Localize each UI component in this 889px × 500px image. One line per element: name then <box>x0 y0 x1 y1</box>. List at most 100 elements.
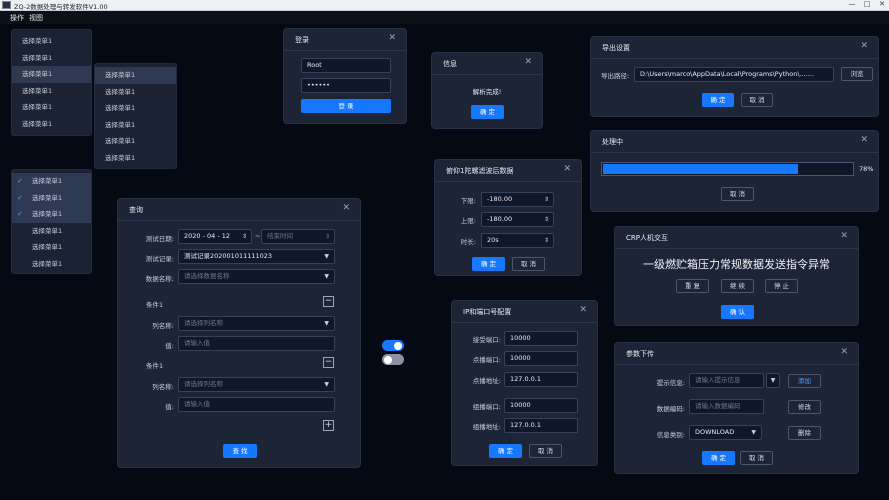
search-button[interactable]: 查 找 <box>223 444 257 458</box>
db-select[interactable]: 请选择数据名称 ▼ <box>178 269 335 284</box>
menu1-item[interactable]: 选择菜单1 <box>12 83 91 100</box>
menu3-item[interactable]: 选择菜单1 <box>12 223 91 240</box>
lower-value: -180.00 <box>487 195 513 203</box>
record-select[interactable]: 测试记录202001011111023 ▼ <box>178 249 335 264</box>
group-addr-input[interactable]: 127.0.0.1 <box>504 418 578 433</box>
close-icon[interactable]: ✕ <box>563 164 571 174</box>
cancel-button[interactable]: 取 消 <box>529 444 562 458</box>
menu1-item-selected[interactable]: 选择菜单1 <box>12 66 91 83</box>
spin-icon[interactable]: ⇕ <box>544 193 549 206</box>
add-icon[interactable]: + <box>323 420 334 431</box>
close-icon[interactable]: ✕ <box>840 231 848 241</box>
password-input[interactable]: •••••• <box>301 78 391 93</box>
minimize-icon[interactable]: — <box>845 0 859 9</box>
add-button[interactable]: 添加 <box>788 374 821 388</box>
continue-button[interactable]: 继 续 <box>721 279 754 293</box>
spin-icon[interactable]: ⇕ <box>544 234 549 247</box>
close-icon[interactable]: ✕ <box>875 0 889 9</box>
menu1-item[interactable]: 选择菜单1 <box>12 116 91 133</box>
spin-icon[interactable]: ⇕ <box>242 230 247 243</box>
menu3-item-checked[interactable]: ✓ 选择菜单1 <box>12 206 91 223</box>
crp-dialog: CRP人机交互 ✕ 一级燃贮箱压力常规数据发送指令异常 重 复 继 续 停 止 … <box>614 226 859 326</box>
username-input[interactable]: Root <box>301 58 391 73</box>
cancel-button[interactable]: 取 消 <box>512 257 545 271</box>
dropdown-menu-2: 选择菜单1 选择菜单1 选择菜单1 选择菜单1 选择菜单1 选择菜单1 <box>94 63 177 169</box>
menu3-item-checked[interactable]: ✓ 选择菜单1 <box>12 189 91 206</box>
column-select[interactable]: 请选择列名称 ▼ <box>178 377 335 392</box>
value-input[interactable]: 请输入值 <box>178 336 335 351</box>
ok-button[interactable]: 确 定 <box>702 93 734 107</box>
close-icon[interactable]: ✕ <box>388 33 396 43</box>
menu2-item[interactable]: 选择菜单1 <box>95 133 176 150</box>
close-icon[interactable]: ✕ <box>342 203 350 213</box>
condition-title: 条件1 <box>146 362 164 370</box>
close-icon[interactable]: ✕ <box>860 41 868 51</box>
menu3-item[interactable]: 选择菜单1 <box>12 256 91 273</box>
toggle-switch-on[interactable] <box>382 340 404 351</box>
dialog-title: 登录 <box>295 36 309 44</box>
check-icon: ✓ <box>17 210 23 218</box>
menu-operate[interactable]: 操作 <box>10 13 24 23</box>
ok-button[interactable]: 确 定 <box>489 444 522 458</box>
cancel-button[interactable]: 取 消 <box>741 93 773 107</box>
dialog-header: 导出设置 ✕ <box>591 37 878 59</box>
confirm-button[interactable]: 确 认 <box>721 305 754 319</box>
column-select[interactable]: 请选择列名称 ▼ <box>178 316 335 331</box>
ok-button[interactable]: 确 定 <box>471 105 504 119</box>
browse-button[interactable]: 浏览 <box>841 67 873 81</box>
lower-spinbox[interactable]: -180.00 ⇕ <box>481 192 554 207</box>
start-date-input[interactable]: 2020 - 04 - 12 ⇕ <box>178 229 252 244</box>
menu2-item[interactable]: 选择菜单1 <box>95 100 176 117</box>
menu1-item[interactable]: 选择菜单1 <box>12 50 91 67</box>
close-icon[interactable]: ✕ <box>524 57 532 67</box>
ok-button[interactable]: 确 定 <box>472 257 505 271</box>
menu-view[interactable]: 视图 <box>29 13 43 23</box>
column-placeholder: 请选择列名称 <box>184 380 223 388</box>
bcast-port-input[interactable]: 10000 <box>504 351 578 366</box>
menu3-item[interactable]: 选择菜单1 <box>12 239 91 256</box>
progress-fill <box>603 164 798 174</box>
spin-icon[interactable]: ⇕ <box>544 213 549 226</box>
filter-dialog: 俯仰1陀螺滤波后数据 ✕ 下限: -180.00 ⇕ 上限: -180.00 ⇕ 时… <box>434 159 582 276</box>
maximize-icon[interactable]: □ <box>860 0 874 9</box>
collapse-icon[interactable]: − <box>323 296 334 307</box>
menu2-item[interactable]: 选择菜单1 <box>95 150 176 167</box>
export-path-input[interactable]: D:\Users\marco\AppData\Local\Programs\Py… <box>634 67 834 82</box>
close-icon[interactable]: ✕ <box>860 135 868 145</box>
end-date-input[interactable]: 结束时间 ⇕ <box>261 229 335 244</box>
cancel-button[interactable]: 取 消 <box>721 187 754 201</box>
repeat-button[interactable]: 重 复 <box>676 279 709 293</box>
collapse-icon[interactable]: − <box>323 357 334 368</box>
upper-spinbox[interactable]: -180.00 ⇕ <box>481 212 554 227</box>
type-select[interactable]: DOWNLOAD ▼ <box>689 425 762 440</box>
multiselect-menu: ✓ 选择菜单1 ✓ 选择菜单1 ✓ 选择菜单1 选择菜单1 选择菜单1 选择菜单1 <box>11 169 92 274</box>
close-icon[interactable]: ✕ <box>840 347 848 357</box>
close-icon[interactable]: ✕ <box>579 305 587 315</box>
menu2-item[interactable]: 选择菜单1 <box>95 84 176 101</box>
cancel-button[interactable]: 取 消 <box>740 451 773 465</box>
group-port-input[interactable]: 10000 <box>504 398 578 413</box>
menu2-item-selected[interactable]: 选择菜单1 <box>95 67 176 84</box>
column-label: 列名称: <box>152 322 174 330</box>
check-icon: ✓ <box>17 177 23 185</box>
chevron-down-icon[interactable]: ▼ <box>766 373 780 388</box>
menu1-item[interactable]: 选择菜单1 <box>12 99 91 116</box>
menu2-item[interactable]: 选择菜单1 <box>95 117 176 134</box>
processing-dialog: 处理中 ✕ 78% 取 消 <box>590 130 879 212</box>
menu3-item-checked[interactable]: ✓ 选择菜单1 <box>12 173 91 190</box>
modify-button[interactable]: 修改 <box>788 400 821 414</box>
dialog-header: 查询 ✕ <box>118 199 360 221</box>
spin-icon[interactable]: ⇕ <box>325 230 330 243</box>
duration-spinbox[interactable]: 20s ⇕ <box>481 233 554 248</box>
login-button[interactable]: 登 录 <box>301 99 391 113</box>
recv-port-input[interactable]: 10000 <box>504 331 578 346</box>
hint-input[interactable]: 请输入提示信息 <box>689 373 764 388</box>
ok-button[interactable]: 确 定 <box>702 451 735 465</box>
value-input[interactable]: 请输入值 <box>178 397 335 412</box>
toggle-switch-off[interactable] <box>382 354 404 365</box>
delete-button[interactable]: 删除 <box>788 426 821 440</box>
code-input[interactable]: 请输入数据编码 <box>689 399 764 414</box>
stop-button[interactable]: 停 止 <box>765 279 798 293</box>
bcast-addr-input[interactable]: 127.0.0.1 <box>504 372 578 387</box>
menu1-item[interactable]: 选择菜单1 <box>12 33 91 50</box>
